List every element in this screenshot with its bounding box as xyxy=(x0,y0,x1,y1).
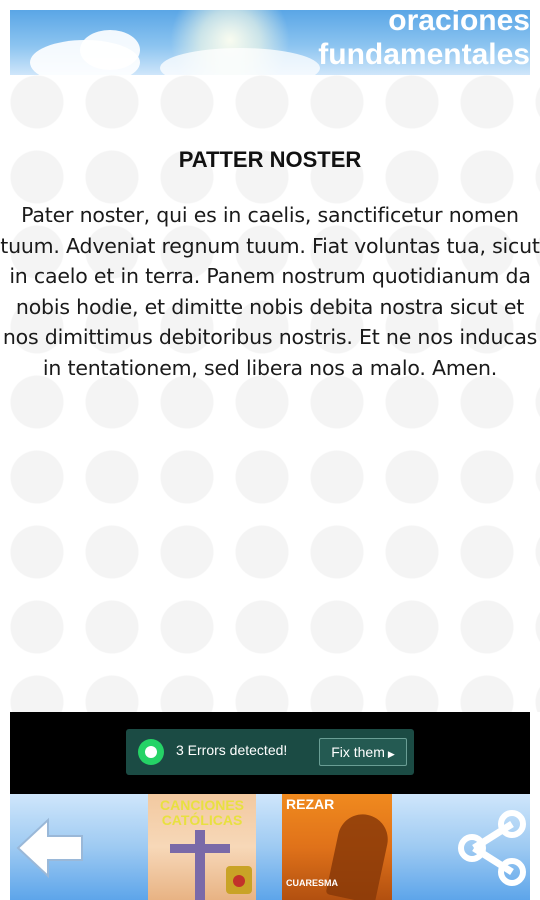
prayer-title: PATTER NOSTER xyxy=(178,147,362,172)
promo1-line2: CATÓLICAS xyxy=(161,812,243,828)
header-banner: oraciones fundamentales xyxy=(10,10,530,75)
promo-canciones-catolicas[interactable]: CANCIONES CATÓLICAS xyxy=(148,794,256,900)
papal-coat-of-arms-icon xyxy=(226,866,252,894)
promo1-line1: CANCIONES xyxy=(159,797,244,813)
promo2-title: REZAR xyxy=(286,796,335,812)
prayer-text: Pater noster, qui es in caelis, sanctifi… xyxy=(0,203,540,380)
fix-them-label: Fix them xyxy=(331,744,385,760)
bottom-bar: CANCIONES CATÓLICAS REZAR CUARESMA xyxy=(10,794,530,900)
cloud xyxy=(80,30,140,70)
promo-rezar[interactable]: REZAR CUARESMA xyxy=(282,794,392,900)
app-title-line2: fundamentales xyxy=(318,38,530,71)
caret-right-icon: ▶ xyxy=(387,749,395,759)
share-icon[interactable] xyxy=(454,810,530,886)
ad-message: 3 Errors detected! xyxy=(176,742,288,758)
ad-banner: 3 Errors detected! Fix them ▶ xyxy=(10,712,530,794)
cross-bar xyxy=(170,844,230,853)
app-title-line1: oraciones xyxy=(388,10,530,37)
ad-box[interactable]: 3 Errors detected! Fix them ▶ xyxy=(126,729,414,775)
prayer-content: PATTER NOSTER Pater noster, qui es in ca… xyxy=(0,140,540,383)
fix-them-button[interactable]: Fix them ▶ xyxy=(319,738,407,766)
cross-icon xyxy=(195,830,205,900)
promo1-title: CANCIONES CATÓLICAS xyxy=(148,798,256,828)
back-arrow-icon[interactable] xyxy=(14,812,86,884)
app-title: oraciones fundamentales xyxy=(230,10,530,72)
promo2-subtitle: CUARESMA xyxy=(286,878,339,888)
whatsapp-icon xyxy=(138,739,164,765)
